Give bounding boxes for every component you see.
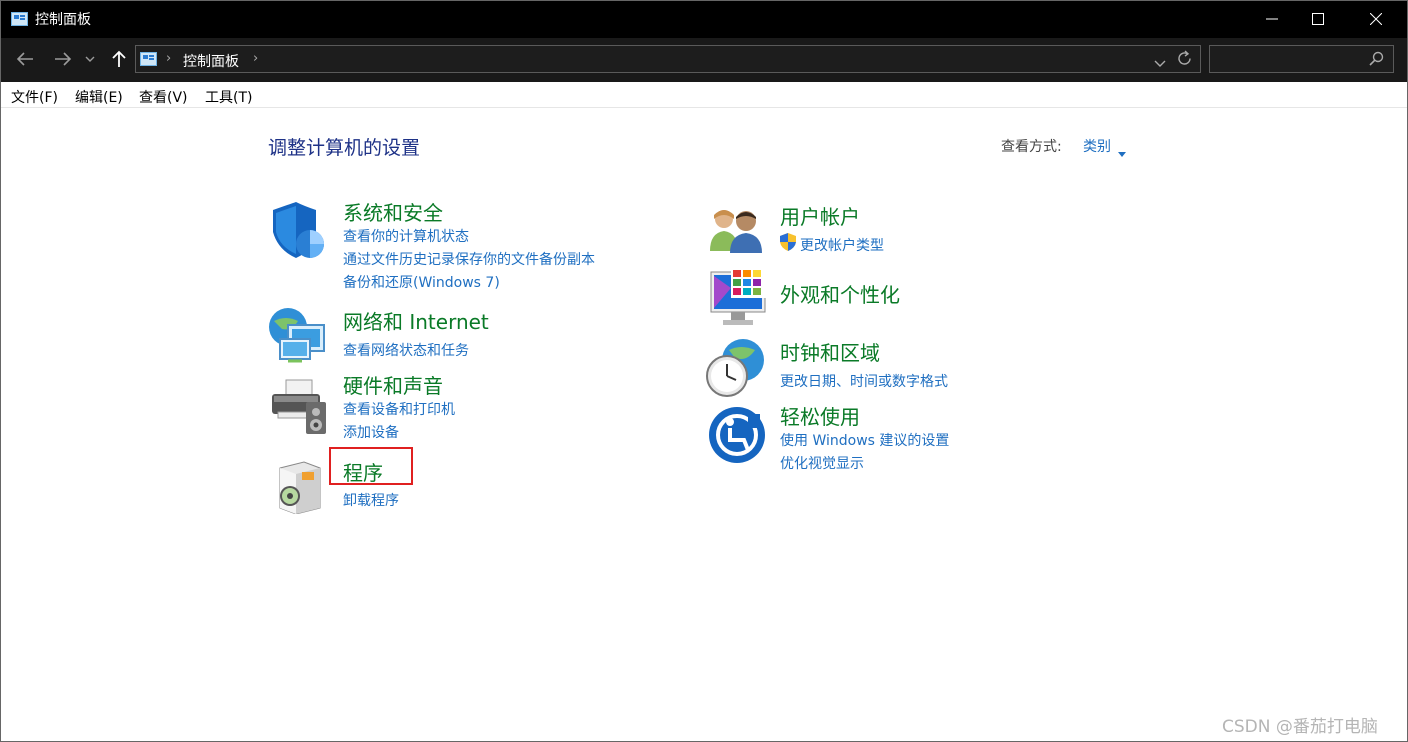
category-system-security[interactable]: 系统和安全 (343, 197, 443, 226)
view-dropdown-arrow-icon[interactable] (1118, 142, 1126, 161)
search-icon[interactable] (1369, 51, 1384, 70)
users-icon[interactable] (708, 205, 766, 257)
category-user-accounts[interactable]: 用户帐户 (780, 201, 860, 230)
view-by-dropdown[interactable]: 类别 (1083, 136, 1111, 156)
link-optimize-visual-display[interactable]: 优化视觉显示 (780, 453, 864, 473)
maximize-button[interactable] (1295, 0, 1341, 38)
link-devices-printers[interactable]: 查看设备和打印机 (343, 399, 455, 419)
close-button[interactable] (1353, 0, 1399, 38)
menu-view[interactable]: 查看(V) (139, 87, 188, 107)
category-ease-of-access[interactable]: 轻松使用 (780, 401, 860, 430)
programs-box-icon[interactable] (274, 458, 326, 518)
view-by-label: 查看方式: (1001, 139, 1062, 155)
shield-icon[interactable] (268, 202, 328, 266)
link-view-computer-status[interactable]: 查看你的计算机状态 (343, 226, 469, 246)
link-network-status[interactable]: 查看网络状态和任务 (343, 340, 469, 360)
chevron-down-icon (85, 56, 95, 62)
back-arrow-icon (16, 52, 33, 66)
link-change-account-type[interactable]: 更改帐户类型 (800, 235, 884, 255)
address-control-panel-icon (140, 51, 157, 70)
category-hardware-sound[interactable]: 硬件和声音 (343, 370, 443, 399)
category-clock-region[interactable]: 时钟和区域 (780, 337, 880, 366)
address-dropdown-button[interactable] (1154, 53, 1166, 72)
close-icon (1370, 13, 1382, 25)
minimize-button[interactable] (1249, 0, 1295, 38)
watermark: CSDN @番茄打电脑 (1222, 717, 1378, 737)
control-panel-icon (11, 11, 28, 26)
appearance-monitor-icon[interactable] (709, 268, 769, 332)
window-frame (0, 0, 1408, 742)
window-title: 控制面板 (35, 12, 91, 28)
chevron-down-icon (1154, 60, 1166, 67)
breadcrumb-chevron-icon[interactable]: › (253, 51, 258, 66)
link-windows-recommended-settings[interactable]: 使用 Windows 建议的设置 (780, 430, 949, 450)
maximize-icon (1312, 13, 1324, 25)
search-input[interactable] (1209, 45, 1394, 73)
link-date-time-format[interactable]: 更改日期、时间或数字格式 (780, 371, 948, 391)
up-button[interactable] (105, 46, 133, 72)
ease-of-access-icon[interactable] (708, 406, 766, 468)
breadcrumb-separator-icon: › (166, 51, 172, 66)
up-arrow-icon (112, 50, 126, 67)
refresh-icon (1178, 50, 1191, 65)
category-appearance-personalization[interactable]: 外观和个性化 (780, 279, 900, 308)
menu-file[interactable]: 文件(F) (11, 87, 58, 107)
address-bar[interactable] (135, 45, 1201, 73)
minimize-icon (1266, 18, 1278, 20)
highlight-box (329, 447, 413, 485)
link-backup-restore[interactable]: 备份和还原(Windows 7) (343, 272, 500, 292)
page-title: 调整计算机的设置 (268, 137, 421, 159)
refresh-button[interactable] (1176, 50, 1193, 71)
link-add-device[interactable]: 添加设备 (343, 422, 399, 442)
forward-arrow-icon (55, 52, 72, 66)
menu-tools[interactable]: 工具(T) (205, 87, 252, 107)
forward-button[interactable] (49, 46, 77, 72)
printer-speaker-icon[interactable] (268, 378, 330, 440)
clock-globe-icon[interactable] (705, 338, 767, 402)
breadcrumb-control-panel[interactable]: 控制面板 (183, 51, 239, 71)
category-network-internet[interactable]: 网络和 Internet (343, 306, 489, 335)
back-button[interactable] (11, 46, 39, 72)
link-uninstall-program[interactable]: 卸载程序 (343, 490, 399, 510)
uac-shield-icon (779, 233, 797, 255)
network-globe-icon[interactable] (268, 305, 330, 369)
recent-locations-button[interactable] (80, 46, 100, 72)
menu-edit[interactable]: 编辑(E) (75, 87, 123, 107)
title-bar (0, 0, 1408, 38)
link-file-history-backup[interactable]: 通过文件历史记录保存你的文件备份副本 (343, 249, 595, 269)
